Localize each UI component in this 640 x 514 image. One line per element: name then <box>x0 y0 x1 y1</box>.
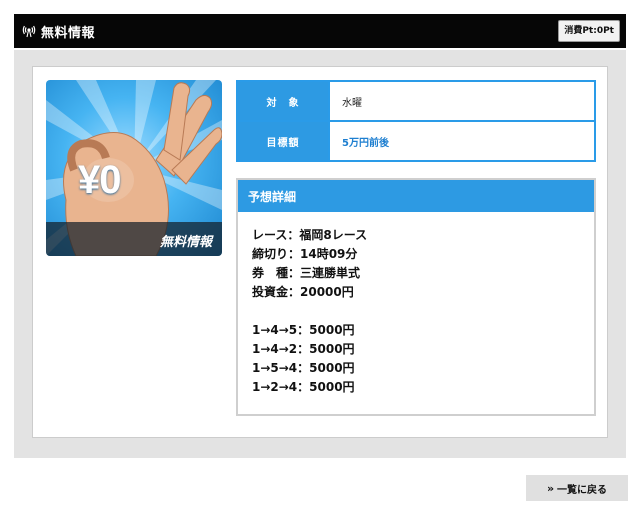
hero-caption: 無料情報 <box>46 222 222 256</box>
bet-type-line: 券 種：三連勝単式 <box>252 266 361 280</box>
info-row-target: 対 象 水曜 <box>238 82 594 120</box>
back-to-list-button[interactable]: » 一覧に戻る <box>526 475 628 501</box>
deadline-line: 締切り：14時09分 <box>252 247 358 261</box>
detail-title: 予想詳細 <box>238 180 594 212</box>
race-line: レース：福岡8レース <box>252 228 368 242</box>
info-value: 水曜 <box>330 82 594 120</box>
hero-price-text: ¥0 <box>78 158 121 202</box>
free-info-image: ¥0 無料情報 <box>46 80 222 256</box>
info-value: 5万円前後 <box>330 122 594 160</box>
bet-line: 1→2→4：5000円 <box>252 380 355 394</box>
header-bar: 無料情報 消費Pt:0Pt <box>14 14 626 48</box>
header-left: 無料情報 <box>22 22 95 41</box>
bet-line: 1→4→2：5000円 <box>252 342 355 356</box>
info-label: 目標額 <box>238 122 328 160</box>
bet-line: 1→5→4：5000円 <box>252 361 355 375</box>
bet-line: 1→4→5：5000円 <box>252 323 355 337</box>
prediction-detail-box: 予想詳細 レース：福岡8レース 締切り：14時09分 券 種：三連勝単式 投資金… <box>236 178 596 416</box>
wave-icon <box>22 25 36 38</box>
outer-panel: ¥0 無料情報 対 象 水曜 目標額 5万円前後 予想詳細 レース：福岡8レース… <box>14 50 626 458</box>
investment-line: 投資金：20000円 <box>252 285 354 299</box>
content-card: ¥0 無料情報 対 象 水曜 目標額 5万円前後 予想詳細 レース：福岡8レース… <box>32 66 608 438</box>
detail-body: レース：福岡8レース 締切り：14時09分 券 種：三連勝単式 投資金：2000… <box>238 212 594 397</box>
points-badge: 消費Pt:0Pt <box>558 20 620 42</box>
back-button-label: 一覧に戻る <box>557 484 608 496</box>
chevron-double-right-icon: » <box>546 481 555 495</box>
info-row-goal: 目標額 5万円前後 <box>238 122 594 160</box>
page-title: 無料情報 <box>41 25 96 41</box>
info-table: 対 象 水曜 目標額 5万円前後 <box>236 80 596 162</box>
info-label: 対 象 <box>238 82 328 120</box>
